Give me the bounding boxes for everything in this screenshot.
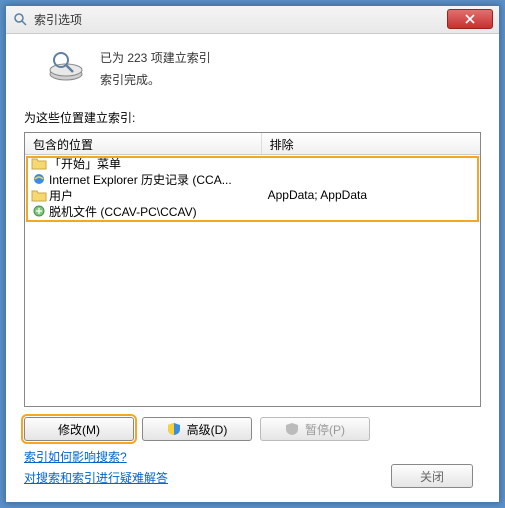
status-text: 已为 223 项建立索引 索引完成。 (100, 48, 211, 91)
list-body[interactable]: 「开始」菜单 Internet Explorer 历史记录 (CCA... 用户 (25, 155, 480, 406)
list-header: 包含的位置 排除 (25, 133, 480, 155)
indexing-state: 索引完成。 (100, 70, 211, 92)
close-button[interactable] (447, 9, 493, 29)
modify-button[interactable]: 修改(M) (24, 417, 134, 441)
column-excluded[interactable]: 排除 (262, 133, 480, 154)
status-row: 已为 223 项建立索引 索引完成。 (24, 48, 481, 91)
advanced-button-label: 高级(D) (187, 421, 228, 438)
window-title: 索引选项 (34, 11, 447, 28)
content-area: 已为 223 项建立索引 索引完成。 为这些位置建立索引: 包含的位置 排除 「… (6, 34, 499, 502)
list-item[interactable]: Internet Explorer 历史记录 (CCA... (25, 171, 480, 187)
titlebar: 索引选项 (6, 6, 499, 34)
disk-search-icon (46, 48, 86, 84)
item-name: 用户 (49, 187, 73, 204)
folder-icon (31, 188, 47, 202)
list-item[interactable]: 用户 AppData; AppData (25, 187, 480, 203)
item-excluded: AppData; AppData (262, 188, 480, 202)
column-included[interactable]: 包含的位置 (25, 133, 262, 154)
item-name: 「开始」菜单 (49, 155, 121, 172)
list-item[interactable]: 脱机文件 (CCAV-PC\CCAV) (25, 203, 480, 219)
advanced-button[interactable]: 高级(D) (142, 417, 252, 441)
offline-files-icon (31, 204, 47, 218)
help-link-search[interactable]: 索引如何影响搜索? (24, 450, 127, 464)
item-name: Internet Explorer 历史记录 (CCA... (49, 171, 232, 188)
list-item[interactable]: 「开始」菜单 (25, 155, 480, 171)
button-row: 修改(M) 高级(D) 暂停(P) (24, 417, 481, 441)
item-name: 脱机文件 (CCAV-PC\CCAV) (49, 203, 197, 220)
locations-list: 包含的位置 排除 「开始」菜单 Internet Explorer 历史记录 (… (24, 132, 481, 407)
pause-button-label: 暂停(P) (305, 421, 345, 438)
locations-label: 为这些位置建立索引: (24, 109, 481, 126)
folder-icon (31, 156, 47, 170)
pause-button: 暂停(P) (260, 417, 370, 441)
close-dialog-button[interactable]: 关闭 (391, 464, 473, 488)
close-icon (465, 14, 475, 24)
indexed-count: 已为 223 项建立索引 (100, 48, 211, 70)
indexing-options-window: 索引选项 已为 223 项建立索引 索引完成。 为这些位置建立索引: 包含的位置… (5, 5, 500, 503)
shield-icon (167, 422, 181, 436)
ie-icon (31, 172, 47, 186)
help-link-troubleshoot[interactable]: 对搜索和索引进行疑难解答 (24, 471, 168, 485)
shield-icon (285, 422, 299, 436)
app-icon (12, 12, 28, 28)
